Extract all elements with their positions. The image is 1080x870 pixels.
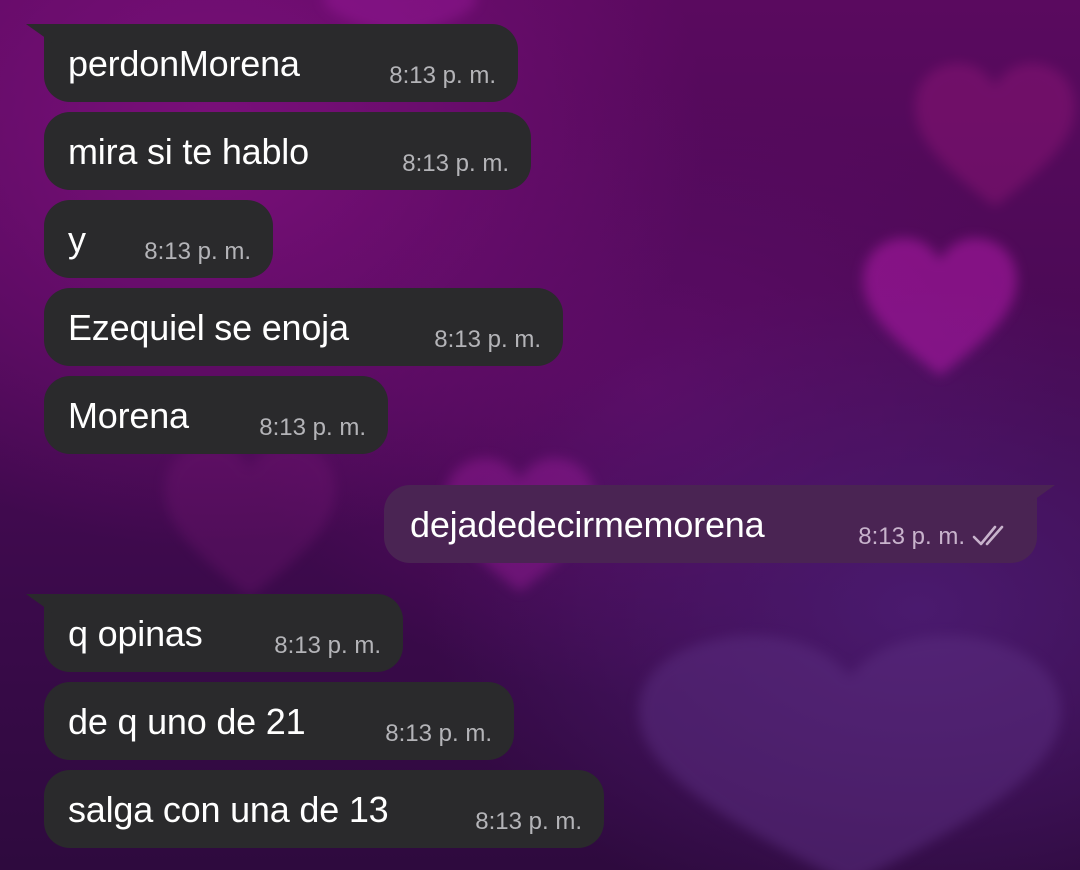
double-check-icon <box>971 523 1011 549</box>
message-bubble[interactable]: de q uno de 21 8:13 p. m. <box>44 682 514 760</box>
message-timestamp: 8:13 p. m. <box>434 326 541 353</box>
message-text: salga con una de 13 <box>68 789 389 830</box>
message-bubble[interactable]: y 8:13 p. m. <box>44 200 273 278</box>
message-text: Ezequiel se enoja <box>68 307 349 348</box>
message-timestamp: 8:13 p. m. <box>402 150 509 177</box>
message-text: dejadedecirmemorena <box>410 504 765 545</box>
message-bubble-outgoing[interactable]: dejadedecirmemorena 8:13 p. m. <box>384 485 1037 563</box>
message-timestamp: 8:13 p. m. <box>858 523 965 550</box>
message-timestamp: 8:13 p. m. <box>259 414 366 441</box>
message-timestamp: 8:13 p. m. <box>144 238 251 265</box>
message-bubble[interactable]: mira si te hablo 8:13 p. m. <box>44 112 531 190</box>
message-bubble[interactable]: perdonMorena 8:13 p. m. <box>44 24 518 102</box>
message-timestamp: 8:13 p. m. <box>274 632 381 659</box>
message-timestamp: 8:13 p. m. <box>475 808 582 835</box>
message-timestamp: 8:13 p. m. <box>389 62 496 89</box>
message-bubble[interactable]: Ezequiel se enoja 8:13 p. m. <box>44 288 563 366</box>
message-text: q opinas <box>68 613 203 654</box>
message-text: y <box>68 219 86 260</box>
message-text: mira si te hablo <box>68 131 309 172</box>
message-bubble[interactable]: salga con una de 13 8:13 p. m. <box>44 770 604 848</box>
message-text: de q uno de 21 <box>68 701 306 742</box>
message-bubble[interactable]: Morena 8:13 p. m. <box>44 376 388 454</box>
message-text: Morena <box>68 395 189 436</box>
message-list[interactable]: perdonMorena 8:13 p. m. mira si te hablo… <box>0 0 1080 870</box>
message-timestamp: 8:13 p. m. <box>385 720 492 747</box>
message-bubble[interactable]: q opinas 8:13 p. m. <box>44 594 403 672</box>
message-text: perdonMorena <box>68 43 300 84</box>
